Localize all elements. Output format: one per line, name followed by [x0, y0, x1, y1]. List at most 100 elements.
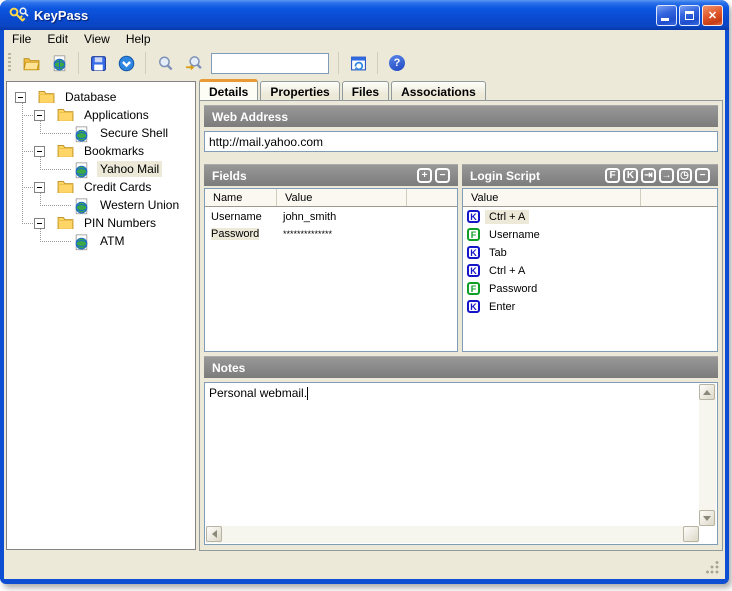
script-step[interactable]: K Ctrl + A — [463, 262, 717, 279]
search-input[interactable] — [211, 52, 329, 74]
scroll-down-button[interactable] — [699, 510, 715, 526]
scroll-right-button[interactable] — [683, 526, 699, 542]
login-script-header-label: Login Script — [470, 168, 540, 183]
script-column-headers: Value — [463, 189, 717, 207]
login-script-panel: Login Script F K ⇥ → ◷ − Value K Ctrl + … — [462, 164, 718, 352]
help-button[interactable]: ? — [384, 51, 410, 75]
tab-files[interactable]: Files — [341, 81, 390, 100]
maximize-icon — [685, 10, 694, 20]
tree-item-database[interactable]: Database — [7, 88, 195, 106]
tree-item-label: Database — [65, 90, 117, 104]
resize-grip[interactable] — [706, 561, 719, 574]
minimize-button[interactable] — [656, 4, 677, 26]
notes-header-label: Notes — [212, 360, 246, 375]
scroll-up-button[interactable] — [699, 384, 715, 400]
field-name: Username — [211, 210, 262, 223]
field-row-username[interactable]: Username john_smith — [205, 209, 457, 224]
tree-item-western-union[interactable]: Western Union — [7, 196, 195, 214]
insert-tab-button[interactable]: ⇥ — [641, 168, 656, 183]
tree-item-applications[interactable]: Applications — [7, 106, 195, 124]
tab-associations[interactable]: Associations — [391, 81, 486, 100]
tree-item-secure-shell[interactable]: Secure Shell — [7, 124, 195, 142]
script-step[interactable]: K Ctrl + A — [463, 208, 717, 225]
open-url-button[interactable] — [46, 51, 72, 75]
tab-properties[interactable]: Properties — [260, 81, 340, 100]
collapse-icon[interactable] — [34, 109, 45, 121]
fields-list: Name Value Username john_smith Password … — [204, 188, 458, 352]
collapse-icon[interactable] — [34, 181, 45, 193]
search-button[interactable] — [152, 51, 178, 75]
titlebar: KeyPass ✕ — [0, 0, 729, 30]
add-field-button[interactable]: + — [417, 168, 432, 183]
tree-item-label: Credit Cards — [84, 180, 152, 194]
fields-column-headers: Name Value — [205, 189, 457, 207]
tab-details[interactable]: Details — [199, 79, 259, 100]
save-icon — [90, 55, 106, 71]
entry-icon — [73, 233, 90, 250]
entry-icon — [73, 161, 90, 178]
folder-icon — [38, 90, 55, 105]
notes-vertical-scrollbar[interactable] — [699, 384, 716, 526]
menu-bar: File Edit View Help — [4, 30, 725, 48]
field-step-icon: F — [467, 282, 480, 295]
remove-field-button[interactable]: − — [435, 168, 450, 183]
tree-item-bookmarks[interactable]: Bookmarks — [7, 142, 195, 160]
arrow-down-icon — [703, 515, 711, 525]
column-value[interactable]: Value — [277, 189, 407, 206]
insert-field-button[interactable]: F — [605, 168, 620, 183]
tree-item-pin-numbers[interactable]: PIN Numbers — [7, 214, 195, 232]
search-icon — [158, 55, 172, 70]
tree-item-label: ATM — [100, 234, 125, 248]
key-step-icon: K — [467, 300, 480, 313]
web-address-input[interactable] — [204, 131, 718, 152]
window-title: KeyPass — [34, 7, 89, 23]
notes-editor[interactable]: Personal webmail. — [204, 382, 718, 545]
column-spacer — [641, 189, 717, 206]
text-caret — [307, 387, 309, 400]
script-step-label: Enter — [489, 300, 516, 313]
collapse-icon[interactable] — [34, 145, 45, 157]
tree-item-atm[interactable]: ATM — [7, 232, 195, 250]
arrow-left-icon — [208, 530, 217, 538]
entry-detail-panel: Details Properties Files Associations We… — [199, 79, 723, 551]
column-value[interactable]: Value — [463, 189, 641, 206]
tree-item-credit-cards[interactable]: Credit Cards — [7, 178, 195, 196]
scroll-left-button[interactable] — [206, 526, 222, 542]
open-url-icon — [53, 54, 65, 71]
tree-item-label: Western Union — [100, 198, 180, 212]
close-button[interactable]: ✕ — [702, 4, 723, 26]
folder-icon — [57, 216, 74, 231]
script-step[interactable]: F Username — [463, 226, 717, 243]
menu-view[interactable]: View — [76, 31, 118, 47]
toolbar-grip[interactable] — [8, 53, 11, 73]
status-bar — [4, 552, 725, 579]
save-button[interactable] — [85, 51, 111, 75]
insert-enter-button[interactable]: → — [659, 168, 674, 183]
folder-icon — [57, 144, 74, 159]
collapse-icon[interactable] — [15, 91, 26, 103]
notes-horizontal-scrollbar[interactable] — [206, 526, 699, 543]
script-step[interactable]: K Tab — [463, 244, 717, 261]
field-row-password[interactable]: Password ************** — [205, 226, 457, 241]
commit-button[interactable] — [113, 51, 139, 75]
collapse-icon[interactable] — [34, 217, 45, 229]
script-step[interactable]: K Enter — [463, 298, 717, 315]
field-value-masked: ************** — [283, 228, 333, 239]
menu-help[interactable]: Help — [118, 31, 159, 47]
details-tab-page: Web Address Fields + − Name — [199, 100, 723, 551]
script-step[interactable]: F Password — [463, 280, 717, 297]
insert-delay-button[interactable]: ◷ — [677, 168, 692, 183]
insert-key-button[interactable]: K — [623, 168, 638, 183]
open-database-button[interactable] — [18, 51, 44, 75]
tree-item-yahoo-mail[interactable]: Yahoo Mail — [7, 160, 195, 178]
menu-edit[interactable]: Edit — [39, 31, 76, 47]
autotype-button[interactable] — [345, 51, 371, 75]
remove-step-button[interactable]: − — [695, 168, 710, 183]
script-step-label: Password — [489, 282, 538, 295]
maximize-button[interactable] — [679, 4, 700, 26]
menu-file[interactable]: File — [4, 31, 39, 47]
keypass-window: KeyPass ✕ File Edit View Help ? Database… — [0, 0, 729, 584]
column-name[interactable]: Name — [205, 189, 277, 206]
search-key-button[interactable] — [180, 51, 206, 75]
window-body: File Edit View Help ? Database Applicati… — [4, 30, 725, 579]
